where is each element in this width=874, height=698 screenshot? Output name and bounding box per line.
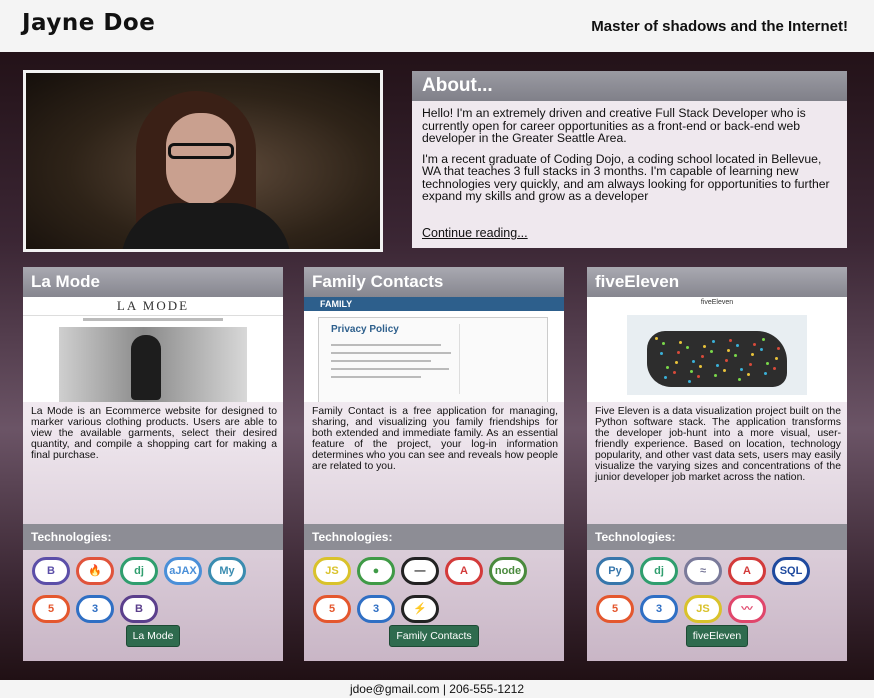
css3-icon: 3 [357,595,395,623]
technologies-label: Technologies: [587,524,847,550]
django-icon: dj [120,557,158,585]
project-screenshot: fiveEleven [587,297,847,402]
bootstrap-b-icon: B [120,595,158,623]
project-button[interactable]: fiveEleven [685,625,749,647]
technologies-label: Technologies: [23,524,283,550]
lightning-icon: ⚡ [401,595,439,623]
express-icon: — [401,557,439,585]
html5-icon: 5 [32,595,70,623]
project-card-family-contacts: Family Contacts FAMILY Privacy Policy Fa… [304,267,564,661]
footer-contact: jdoe@gmail.com | 206-555-1212 [0,680,874,698]
continue-reading-link[interactable]: Continue reading... [422,226,528,240]
mongodb-icon: ● [357,557,395,585]
project-card-la-mode: La Mode LA MODE La Mode is an Ecommerce … [23,267,283,661]
about-title: About... [412,71,847,101]
html5-icon: 5 [313,595,351,623]
javascript-icon: JS [684,595,722,623]
angular-icon: A [445,557,483,585]
project-title: fiveEleven [587,267,847,297]
project-screenshot: LA MODE [23,297,283,402]
about-section: About... Hello! I'm an extremely driven … [412,71,847,248]
javascript-icon: JS [313,557,351,585]
site-header: Jayne Doe Master of shadows and the Inte… [0,0,874,52]
project-button[interactable]: Family Contacts [389,625,479,647]
html5-icon: 5 [596,595,634,623]
bootstrap-icon: B [32,557,70,585]
css3-icon: 3 [640,595,678,623]
node-icon: node [489,557,527,585]
about-paragraph-1: Hello! I'm an extremely driven and creat… [422,106,806,145]
css3-icon: 3 [76,595,114,623]
about-paragraph-2: I'm a recent graduate of Coding Dojo, a … [422,151,830,203]
project-title: La Mode [23,267,283,297]
project-screenshot: FAMILY Privacy Policy [304,297,564,402]
django-icon: dj [640,557,678,585]
tech-icons: JS ● — Anode 5 3 ⚡ [310,557,560,633]
site-name: Jayne Doe [22,10,156,36]
project-description: Family Contact is a free application for… [312,406,558,472]
project-description: Five Eleven is a data visualization proj… [595,406,841,483]
ajax-icon: aJAX [164,557,202,585]
sqlite-icon: SQL [772,557,810,585]
heroku-icon: 〰 [728,595,766,623]
screenshot-logo: FAMILY [320,299,353,309]
sqlalchemy-icon: ≈ [684,557,722,585]
screenshot-heading: Privacy Policy [331,324,399,335]
python-icon: Py [596,557,634,585]
site-tagline: Master of shadows and the Internet! [591,18,848,35]
project-card-fiveeleven: fiveEleven fiveEleven Five Eleven is a d… [587,267,847,661]
screenshot-heading: LA MODE [23,297,283,316]
project-button[interactable]: La Mode [125,625,181,647]
angular-icon: A [728,557,766,585]
project-description: La Mode is an Ecommerce website for desi… [31,406,277,461]
profile-photo [23,70,383,252]
tech-icons: Py dj ≈ A SQL 5 3 JS 〰 [593,557,843,633]
codeigniter-icon: 🔥 [76,557,114,585]
mysql-icon: My [208,557,246,585]
technologies-label: Technologies: [304,524,564,550]
project-title: Family Contacts [304,267,564,297]
screenshot-heading: fiveEleven [700,299,734,306]
tech-icons: B 🔥 dj aJAX My 5 3 B [29,557,279,633]
